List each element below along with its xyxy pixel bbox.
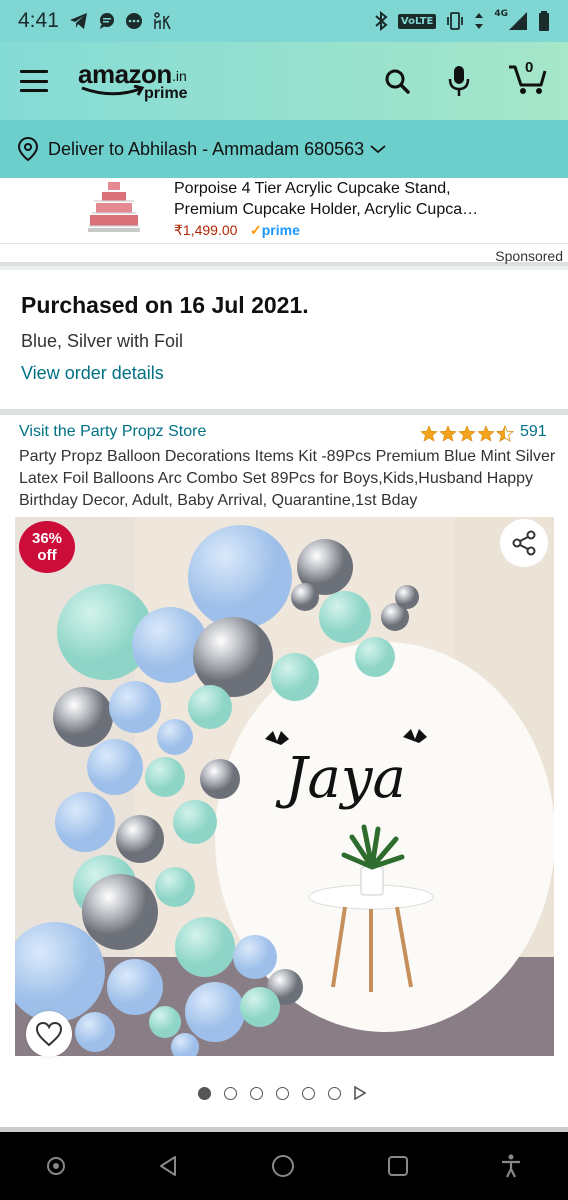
ad-prime-badge: ✓prime [250,222,300,239]
app-header: amazon .in prime 0 [0,42,568,120]
delivery-address: Deliver to Abhilash - Ammadam 680563 [48,138,365,159]
video-play-icon[interactable] [354,1086,366,1100]
wishlist-button[interactable] [26,1011,72,1057]
status-bar: 4:41 VoLTE 4G [0,0,568,42]
logo-suffix: .in [172,68,187,84]
divider [0,409,568,415]
chevron-down-icon [370,145,386,154]
discount-off: off [37,547,57,564]
sponsored-ad[interactable]: Porpoise 4 Tier Acrylic Cupcake Stand, P… [0,178,568,244]
carousel-dot[interactable] [328,1086,341,1100]
ad-title-line1: Porpoise 4 Tier Acrylic Cupcake Stand, [174,180,451,197]
screen-record-icon[interactable] [46,1156,66,1176]
prime-check-icon: ✓ [250,222,262,238]
divider [0,266,568,270]
signal-icon [509,12,527,30]
carousel-dot[interactable] [198,1086,211,1100]
star-full-icon [420,425,438,442]
heart-icon [35,1021,63,1047]
carousel-dot[interactable] [302,1086,315,1100]
star-full-icon [439,425,457,442]
system-nav-bar [0,1132,568,1200]
star-half-icon [496,425,514,442]
battery-icon [539,11,549,31]
logo-prime: prime [144,85,188,102]
vibrate-icon [447,12,464,30]
notification-icons [69,12,174,30]
sponsored-label: Sponsored [495,248,563,264]
balloon-arch-illustration: Jaya [15,517,554,1056]
ad-title: Porpoise 4 Tier Acrylic Cupcake Stand, P… [174,178,554,220]
bluetooth-icon [375,11,388,31]
prime-label: prime [261,222,300,238]
home-icon[interactable] [271,1154,295,1178]
header-actions: 0 [384,59,548,100]
recents-icon[interactable] [387,1155,409,1177]
rating-count[interactable]: 591 [520,423,547,441]
purchase-variant: Blue, Silver with Foil [21,331,184,351]
hamburger-menu-icon[interactable] [20,70,48,92]
carousel-dot[interactable] [276,1086,289,1100]
ad-price: ₹1,499.00 [174,222,238,238]
amazon-prime-logo[interactable]: amazon .in prime [78,55,208,107]
carousel-dot[interactable] [250,1086,263,1100]
view-order-details-link[interactable]: View order details [21,363,164,384]
network-type: 4G [494,9,508,19]
volte-badge: VoLTE [397,13,437,29]
data-transfer-icon [475,13,484,29]
cart-count: 0 [525,59,534,76]
microphone-icon[interactable] [448,65,470,97]
product-image[interactable]: Jaya [15,517,554,1056]
share-button[interactable] [500,519,548,567]
delivery-location-bar[interactable]: Deliver to Abhilash - Ammadam 680563 [0,120,568,178]
status-right: VoLTE 4G [374,9,550,31]
back-icon[interactable] [157,1155,179,1177]
discount-badge: 36% off [19,521,75,573]
image-carousel-dots [198,1086,366,1100]
star-full-icon [458,425,476,442]
smile-arrow-icon [81,85,145,96]
accessibility-icon[interactable] [500,1154,522,1178]
telegram-icon [69,13,87,29]
product-title: Party Propz Balloon Decorations Items Ki… [19,448,556,509]
share-icon [512,530,536,556]
status-time: 4:41 [18,9,59,32]
chat-icon [99,13,114,29]
purchase-heading: Purchased on 16 Jul 2021. [21,292,309,318]
discount-percent: 36% [31,530,63,547]
carousel-dot[interactable] [224,1086,237,1100]
star-rating[interactable] [420,425,514,442]
star-full-icon [477,425,495,442]
accessibility-notification-icon [154,12,171,30]
cupcake-stand-thumbnail [88,182,140,232]
image-name-text: Jaya [275,746,406,811]
ad-title-line2: Premium Cupcake Holder, Acrylic Cupca… [174,201,479,218]
cart-button[interactable]: 0 [508,59,548,100]
messages-icon [125,13,142,29]
search-icon[interactable] [384,68,410,94]
store-link[interactable]: Visit the Party Propz Store [19,423,206,441]
location-pin-icon [18,137,38,161]
